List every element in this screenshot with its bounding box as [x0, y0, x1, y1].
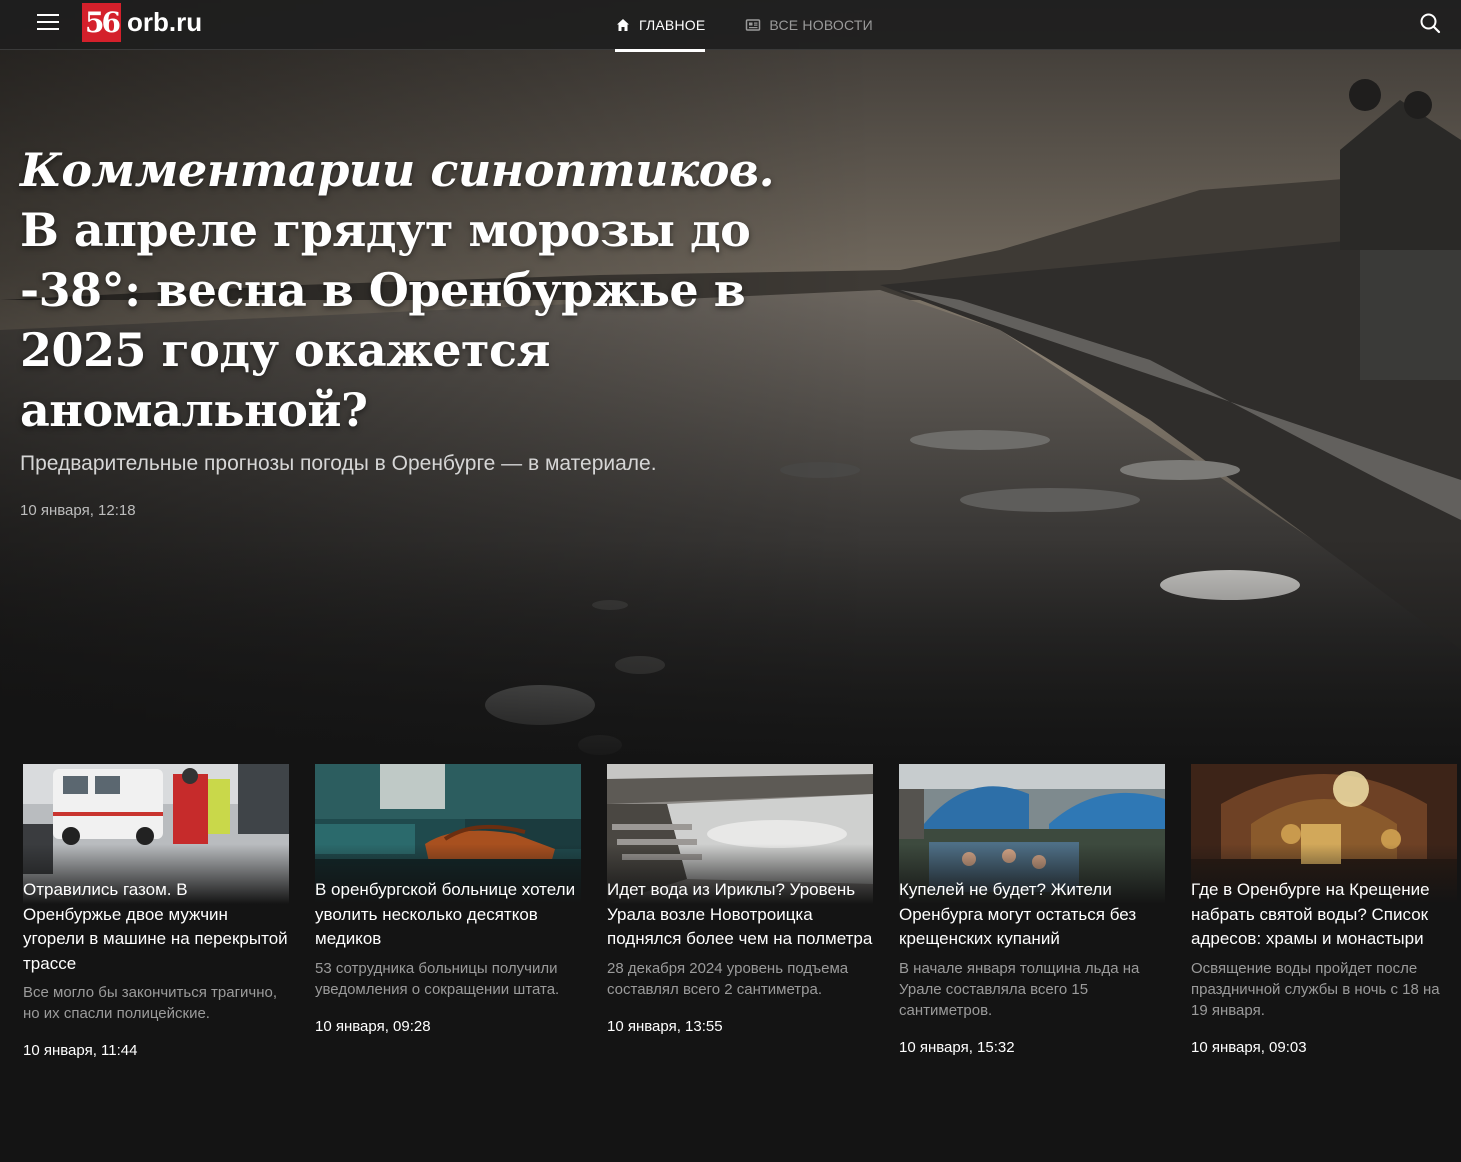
- news-card[interactable]: Идет вода из Ириклы? Уровень Урала возле…: [607, 764, 873, 1059]
- news-card[interactable]: Отравились газом. В Оренбуржье двое мужч…: [23, 764, 289, 1059]
- site-logo[interactable]: 56 orb.ru: [82, 2, 202, 42]
- nav-all-news-label: ВСЕ НОВОСТИ: [769, 17, 873, 33]
- top-navbar: 56 orb.ru ГЛАВНОЕ ВСЕ НОВОСТИ: [0, 0, 1461, 52]
- card-title[interactable]: В оренбургской больнице хотели уволить н…: [315, 878, 581, 952]
- hero-section[interactable]: Комментарии синоптиков. В апреле грядут …: [0, 0, 1461, 770]
- main-nav: ГЛАВНОЕ ВСЕ НОВОСТИ: [615, 0, 873, 52]
- card-title[interactable]: Идет вода из Ириклы? Уровень Урала возле…: [607, 878, 873, 952]
- nav-main[interactable]: ГЛАВНОЕ: [615, 0, 706, 52]
- newspaper-icon: [746, 19, 761, 31]
- card-date: 10 января, 09:03: [1191, 1038, 1307, 1056]
- nav-main-label: ГЛАВНОЕ: [639, 17, 706, 33]
- logo-text: orb.ru: [127, 6, 203, 37]
- news-card[interactable]: Где в Оренбурге на Крещение набрать свят…: [1191, 764, 1457, 1059]
- card-date: 10 января, 11:44: [23, 1042, 138, 1059]
- menu-icon[interactable]: [37, 14, 59, 32]
- news-cards: Отравились газом. В Оренбуржье двое мужч…: [23, 764, 1461, 1059]
- hero-subtitle: Предварительные прогнозы погоды в Оренбу…: [20, 452, 657, 475]
- card-lead: Освящение воды пройдет после праздничной…: [1191, 959, 1440, 1019]
- card-title[interactable]: Купелей не будет? Жители Оренбурга могут…: [899, 878, 1165, 952]
- hero-title-rest: В апреле грядут морозы до -38°: весна в …: [20, 203, 751, 437]
- card-date: 10 января, 15:32: [899, 1038, 1015, 1056]
- hero-title-italic: Комментарии синоптиков.: [20, 143, 775, 197]
- card-lead: В начале января толщина льда на Урале со…: [899, 959, 1140, 1019]
- nav-all-news[interactable]: ВСЕ НОВОСТИ: [745, 0, 873, 50]
- hero-text-block[interactable]: Комментарии синоптиков. В апреле грядут …: [20, 140, 780, 519]
- hero-title[interactable]: Комментарии синоптиков. В апреле грядут …: [20, 140, 780, 440]
- card-date: 10 января, 09:28: [315, 1017, 431, 1035]
- card-lead: 28 декабря 2024 уровень подъема составля…: [607, 959, 849, 998]
- search-icon[interactable]: [1419, 12, 1441, 34]
- card-title[interactable]: Где в Оренбурге на Крещение набрать свят…: [1191, 878, 1457, 952]
- card-lead: Все могло бы закончиться трагично, но их…: [23, 984, 278, 1022]
- card-lead: 53 сотрудника больницы получили уведомле…: [315, 959, 560, 998]
- hero-date: 10 января, 12:18: [20, 502, 136, 519]
- news-card[interactable]: В оренбургской больнице хотели уволить н…: [315, 764, 581, 1059]
- card-date: 10 января, 13:55: [607, 1017, 723, 1035]
- news-card[interactable]: Купелей не будет? Жители Оренбурга могут…: [899, 764, 1165, 1059]
- logo-badge: 56: [82, 2, 121, 42]
- card-title[interactable]: Отравились газом. В Оренбуржье двое мужч…: [23, 878, 289, 976]
- home-icon: [617, 19, 629, 31]
